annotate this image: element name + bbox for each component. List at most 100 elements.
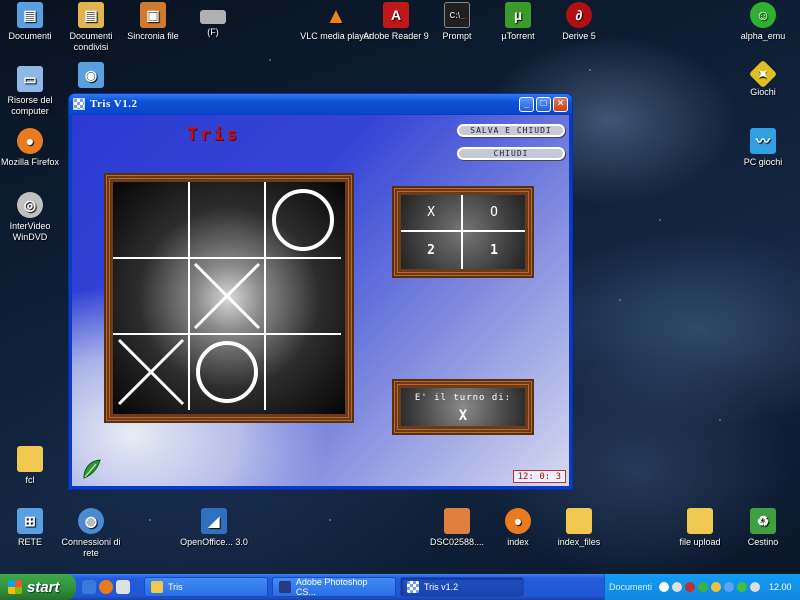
- pc-games-icon: 〰: [750, 128, 776, 154]
- desktop-icon-drive-f[interactable]: (F): [177, 2, 249, 38]
- close-window-button[interactable]: ×: [553, 96, 568, 112]
- save-and-close-button[interactable]: SALVA E CHIUDI: [457, 124, 565, 137]
- task-button-tris-folder[interactable]: Tris: [144, 577, 268, 597]
- tray-icon-1[interactable]: [659, 582, 670, 592]
- minimize-button[interactable]: _: [519, 96, 534, 112]
- tris-window: Tris V1.2 _ □ × Tris SALVA E CHIUDI CHIU…: [68, 93, 573, 490]
- desktop-icon-giochi[interactable]: ✦ Giochi: [727, 59, 799, 98]
- desktop-icon-firefox[interactable]: ● Mozilla Firefox: [0, 128, 66, 168]
- tris-app-icon: [73, 98, 85, 110]
- desktop-icon-network[interactable]: ◉: [55, 62, 127, 91]
- desktop-icon-fcl[interactable]: fcl: [0, 446, 66, 486]
- alpha-emu-icon: ☺: [750, 2, 776, 28]
- vlc-icon: ▲: [325, 2, 347, 28]
- folder-icon: [151, 581, 163, 593]
- folder-icon: [17, 446, 43, 472]
- folder-icon: [687, 508, 713, 534]
- folder-icon: [566, 508, 592, 534]
- desktop-icon-label: file upload: [679, 537, 721, 547]
- briefcase-icon: ▣: [140, 2, 166, 28]
- window-titlebar[interactable]: Tris V1.2 _ □ ×: [69, 94, 572, 114]
- board-cell-0-1[interactable]: [189, 182, 265, 258]
- player1-score: 2: [401, 232, 463, 269]
- firefox-quicklaunch-icon[interactable]: [99, 580, 113, 594]
- desktop-icon-label: Giochi: [750, 87, 776, 97]
- start-button[interactable]: start: [0, 574, 76, 600]
- tris-app-icon: [407, 581, 419, 593]
- board-cell-1-0[interactable]: [113, 258, 189, 334]
- tray-icon-4[interactable]: [698, 582, 709, 592]
- board-cell-2-1[interactable]: [189, 334, 265, 410]
- task-button-photoshop[interactable]: Adobe Photoshop CS...: [272, 577, 396, 597]
- desktop-icon-label: index_files: [557, 537, 601, 547]
- windvd-icon: ◎: [17, 192, 43, 218]
- player1-symbol: X: [401, 195, 463, 232]
- desktop-icon-connessioni-rete[interactable]: ◍ Connessioni di rete: [55, 508, 127, 559]
- image-file-icon: [444, 508, 470, 534]
- taskbar: start Tris Adobe Photoshop CS... Tris v1…: [0, 574, 800, 600]
- desktop-icon-label: Derive 5: [562, 31, 596, 41]
- tray-icon-2[interactable]: [672, 582, 683, 592]
- drive-icon: [200, 10, 226, 24]
- player2-score: 1: [490, 243, 498, 258]
- desktop-icon-file-upload[interactable]: file upload: [664, 508, 736, 548]
- close-button[interactable]: CHIUDI: [457, 147, 565, 160]
- desktop-icon-derive[interactable]: ∂ Derive 5: [543, 2, 615, 42]
- desktop-icon-openoffice[interactable]: ◢ OpenOffice... 3.0: [178, 508, 250, 548]
- maximize-button[interactable]: □: [536, 96, 551, 112]
- board-cell-0-2[interactable]: [265, 182, 341, 258]
- player2-symbol: O: [463, 195, 525, 232]
- game-board: [113, 182, 345, 414]
- desktop-icon-label: alpha_emu: [740, 31, 786, 41]
- desktop-icon-label: Connessioni di rete: [61, 537, 121, 558]
- utorrent-icon: µ: [505, 2, 531, 28]
- desktop-icon-label: Cestino: [747, 537, 779, 547]
- game-board-frame: [104, 173, 354, 423]
- command-prompt-icon: C:\_: [444, 2, 470, 28]
- turn-indicator: E' il turno di: X: [401, 388, 525, 426]
- board-cell-1-2[interactable]: [265, 258, 341, 334]
- board-cell-2-2[interactable]: [265, 334, 341, 410]
- adobe-reader-icon: A: [383, 2, 409, 28]
- documenti-toolbar-label[interactable]: Documenti: [609, 582, 652, 592]
- quick-launch: [82, 580, 130, 594]
- desktop-icon-pc-giochi[interactable]: 〰 PC giochi: [727, 128, 799, 168]
- tray-icon-3[interactable]: [685, 582, 696, 592]
- desktop-icon-index-files[interactable]: index_files: [543, 508, 615, 548]
- openoffice-icon: ◢: [201, 508, 227, 534]
- leaf-logo-icon: [83, 459, 101, 479]
- documents-folder-icon: ▤: [17, 2, 43, 28]
- recycle-bin-icon: ♻: [750, 508, 776, 534]
- start-label: start: [27, 578, 60, 596]
- desktop-icon-label: Mozilla Firefox: [0, 157, 59, 167]
- task-button-tris-app[interactable]: Tris v1.2: [400, 577, 524, 597]
- window-title: Tris V1.2: [90, 98, 138, 110]
- tray-clock: 12.00: [769, 582, 792, 592]
- turn-indicator-frame: E' il turno di: X: [392, 379, 534, 435]
- outlook-quicklaunch-icon[interactable]: [116, 580, 130, 594]
- games-icon: ✦: [748, 59, 778, 89]
- task-label: Adobe Photoshop CS...: [295, 577, 368, 597]
- scoreboard-frame: X O 2 1: [392, 186, 534, 278]
- tray-icon-7[interactable]: [737, 582, 748, 592]
- board-cell-0-0[interactable]: [113, 182, 189, 258]
- network-icon: ◉: [78, 62, 104, 88]
- windows-logo-icon: [8, 580, 22, 594]
- desktop-icon-alpha-emu[interactable]: ☺ alpha_emu: [727, 2, 799, 42]
- tray-icon-5[interactable]: [711, 582, 722, 592]
- scoreboard: X O 2 1: [401, 195, 525, 269]
- volume-icon[interactable]: [750, 582, 761, 592]
- desktop-icon-windvd[interactable]: ◎ InterVideo WinDVD: [0, 192, 66, 243]
- network-places-icon: ⊞: [17, 508, 43, 534]
- ie-quicklaunch-icon[interactable]: [82, 580, 96, 594]
- board-grid: [113, 182, 341, 410]
- desktop-icon-label: (F): [207, 27, 219, 37]
- task-label: Tris: [168, 582, 183, 592]
- tris-logo: Tris: [187, 125, 240, 145]
- system-tray: Documenti 12.00: [604, 574, 800, 600]
- desktop-icon-cestino[interactable]: ♻ Cestino: [727, 508, 799, 548]
- firefox-icon: ●: [17, 128, 43, 154]
- shared-documents-icon: ▤: [78, 2, 104, 28]
- tray-icon-6[interactable]: [724, 582, 735, 592]
- turn-label: E' il turno di:: [414, 393, 512, 403]
